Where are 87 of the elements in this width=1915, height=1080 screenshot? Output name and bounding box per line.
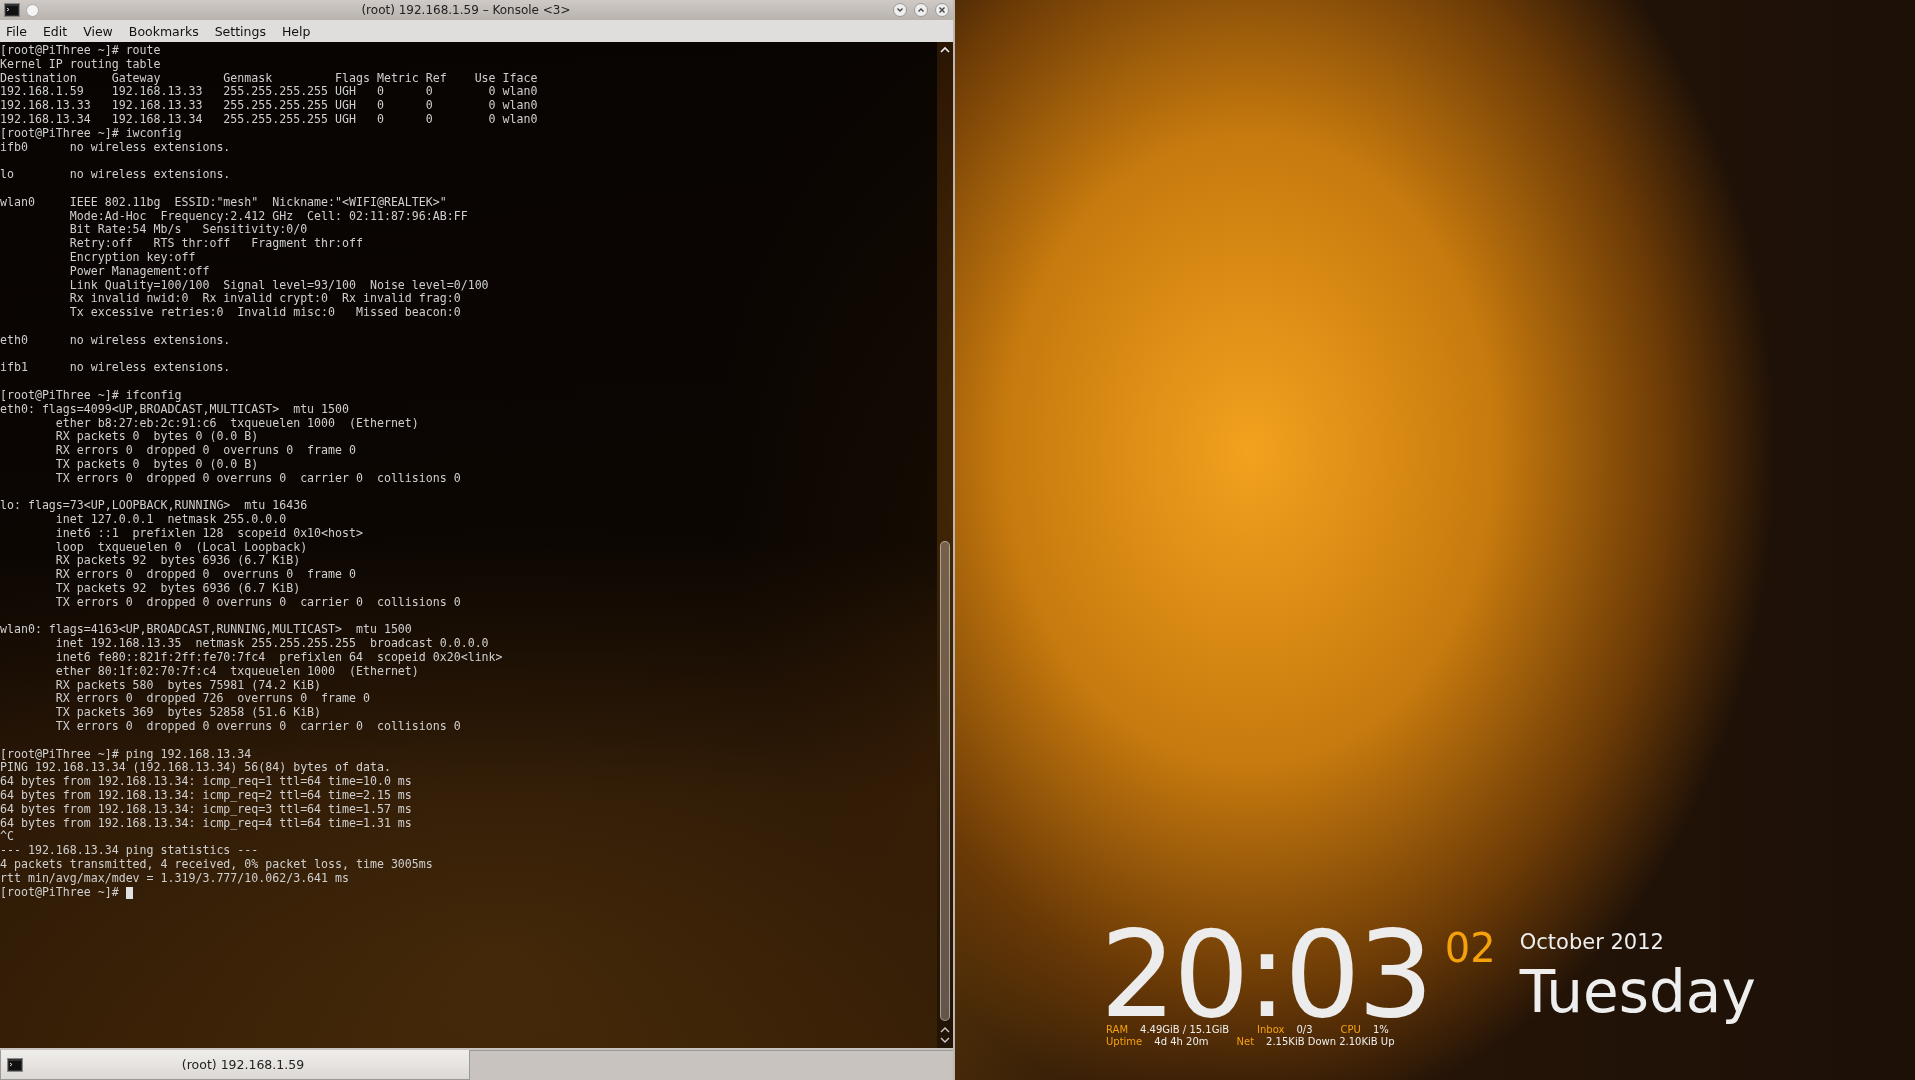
terminal-line: PING 192.168.13.34 (192.168.13.34) 56(84) bytes of data. <box>0 761 391 776</box>
stat-value: 0/3 <box>1296 1024 1313 1036</box>
terminal-line: 64 bytes from 192.168.13.34: icmp_req=4 ttl=64 time=1.31 ms <box>0 816 412 830</box>
terminal-prompt: [root@PiThree ~]# <box>0 885 119 900</box>
terminal-line: RX packets 580 bytes 75981 (74.2 KiB) <box>54 678 322 693</box>
terminal-line: rtt min/avg/max/mdev = 1.319/3.777/10.062/3.641 ms <box>0 871 349 886</box>
terminal-line: [root@PiThree ~]# route <box>0 44 161 58</box>
terminal-tab[interactable]: (root) 192.168.1.59 <box>0 1050 470 1080</box>
terminal-line: TX packets 92 bytes 6936 (6.7 KiB) <box>54 582 301 596</box>
terminal-line: RX packets 92 bytes 6936 (6.7 KiB) <box>54 554 301 569</box>
terminal-line: ether 80:1f:02:70:7f:c4 txqueuelen 1000 (Ethernet) <box>54 664 419 679</box>
stat-value: 2.15KiB Down 2.10KiB Up <box>1266 1036 1395 1048</box>
clock-weekday: Tuesday <box>1519 958 1756 1026</box>
terminal-line: RX errors 0 dropped 0 overruns 0 frame 0 <box>54 568 356 583</box>
clock-seconds: 02 <box>1444 928 1496 968</box>
menu-item[interactable]: Help <box>281 23 311 39</box>
terminal-line: Destination Gateway Genmask Flags Metric Ref Use Iface <box>0 71 538 86</box>
stat-value: 4d 4h 20m <box>1154 1036 1209 1048</box>
minimize-button[interactable] <box>893 3 907 17</box>
menu-item[interactable]: File <box>6 23 27 39</box>
menu-item[interactable]: Bookmarks <box>128 23 199 39</box>
terminal-line: 192.168.13.33 192.168.13.33 255.255.255.255 UGH 0 0 0 wlan0 <box>0 99 538 113</box>
terminal-line: --- 192.168.13.34 ping statistics --- <box>0 844 259 858</box>
clock-date: October 2012 <box>1519 930 1665 954</box>
stat-label: Uptime <box>1106 1036 1143 1048</box>
clock-time: 20:03 <box>1100 926 1431 1024</box>
terminal-line: Rx invalid nwid:0 Rx invalid crypt:0 Rx invalid frag:0 <box>68 292 461 307</box>
stat-label: Net <box>1236 1036 1255 1048</box>
terminal-icon[interactable] <box>4 3 20 17</box>
terminal-line: 192.168.13.34 192.168.13.34 255.255.255.255 UGH 0 0 0 wlan0 <box>0 113 538 127</box>
maximize-button[interactable] <box>914 3 928 17</box>
terminal-line: RX errors 0 dropped 726 overruns 0 frame 0 <box>54 692 370 707</box>
terminal-line: ifb0 no wireless extensions. <box>0 140 231 155</box>
terminal-line: TX errors 0 dropped 0 overruns 0 carrier 0 collisions 0 <box>54 595 461 610</box>
terminal-line: ^C <box>0 830 14 845</box>
terminal-line: inet6 fe80::821f:2ff:fe70:7fc4 prefixlen 64 scopeid 0x20<link> <box>54 651 503 665</box>
terminal-line: ether b8:27:eb:2c:91:c6 txqueuelen 1000 (Ethernet) <box>55 416 419 431</box>
terminal-line: Encryption key:off <box>68 250 196 265</box>
stat-label: Inbox <box>1257 1024 1285 1036</box>
terminal-line: Retry:off RTS thr:off Fragment thr:off <box>68 237 363 251</box>
terminal-line: TX errors 0 dropped 0 overruns 0 carrier 0 collisions 0 <box>54 720 461 734</box>
terminal-line: inet 127.0.0.1 netmask 255.0.0.0 <box>54 513 287 527</box>
terminal-icon <box>7 1057 23 1072</box>
terminal-line: loop txqueuelen 0 (Local Loopback) <box>54 540 308 555</box>
stat-label: RAM <box>1106 1024 1128 1036</box>
scroll-up-icon[interactable] <box>939 1025 951 1035</box>
window-title: (root) 192.168.1.59 – Konsole <3> <box>360 3 572 17</box>
stat-value: 1% <box>1372 1024 1389 1036</box>
menu-item[interactable]: View <box>83 23 113 39</box>
terminal-line: 64 bytes from 192.168.13.34: icmp_req=3 ttl=64 time=1.57 ms <box>0 802 412 817</box>
terminal-line: eth0 no wireless extensions. <box>0 333 231 348</box>
close-button[interactable] <box>935 3 949 17</box>
scroll-down-icon[interactable] <box>939 1035 951 1045</box>
menu-item[interactable]: Edit <box>42 23 68 39</box>
terminal-line: 192.168.1.59 192.168.13.33 255.255.255.255 UGH 0 0 0 wlan0 <box>0 85 538 100</box>
scrollbar-thumb[interactable] <box>940 541 950 1021</box>
terminal-line: Mode:Ad-Hoc Frequency:2.412 GHz Cell: 02:11:87:96:AB:FF <box>68 209 468 224</box>
terminal-line: Bit Rate:54 Mb/s Sensitivity:0/0 <box>68 223 308 238</box>
stat-value: 4.49GiB / 15.1GiB <box>1140 1024 1230 1036</box>
terminal-line: Tx excessive retries:0 Invalid misc:0 Missed beacon:0 <box>68 306 461 320</box>
scroll-up-icon[interactable] <box>939 45 951 55</box>
stat-label: CPU <box>1340 1024 1361 1036</box>
terminal-line: Link Quality=100/100 Signal level=93/100 Noise level=0/100 <box>68 278 489 293</box>
terminal-line: RX packets 0 bytes 0 (0.0 B) <box>54 430 259 445</box>
text-cursor <box>125 886 133 899</box>
terminal-line: TX packets 0 bytes 0 (0.0 B) <box>54 457 259 472</box>
terminal-line: [root@PiThree ~]# iwconfig <box>0 126 182 141</box>
menu-item[interactable]: Settings <box>214 23 266 39</box>
terminal-line: Power Management:off <box>68 264 210 279</box>
terminal-line: lo: flags=73<UP,LOOPBACK,RUNNING> mtu 16436 <box>0 499 308 514</box>
terminal-line: 64 bytes from 192.168.13.34: icmp_req=1 ttl=64 time=10.0 ms <box>0 775 412 790</box>
terminal-line: eth0: flags=4099<UP,BROADCAST,MULTICAST> mtu 1500 <box>0 402 349 417</box>
terminal-line: wlan0: flags=4163<UP,BROADCAST,RUNNING,MULTICAST> mtu 1500 <box>0 623 412 638</box>
terminal-line: [root@PiThree ~]# ping 192.168.13.34 <box>0 747 252 762</box>
terminal-line: RX errors 0 dropped 0 overruns 0 frame 0 <box>54 444 356 458</box>
terminal-line: TX packets 369 bytes 52858 (51.6 KiB) <box>54 706 322 721</box>
terminal-line: 4 packets transmitted, 4 received, 0% packet loss, time 3005ms <box>0 858 433 872</box>
terminal-line: inet 192.168.13.35 netmask 255.255.255.255 broadcast 0.0.0.0 <box>54 637 489 652</box>
terminal-line: lo no wireless extensions. <box>0 168 231 182</box>
terminal-line: 64 bytes from 192.168.13.34: icmp_req=2 ttl=64 time=2.15 ms <box>0 789 412 803</box>
terminal-line: Kernel IP routing table <box>0 57 161 72</box>
terminal-line: [root@PiThree ~]# ifconfig <box>0 388 182 403</box>
terminal-line: wlan0 IEEE 802.11bg ESSID:"mesh" Nickname:"<WIFI@REALTEK>" <box>0 195 447 210</box>
terminal-line: TX errors 0 dropped 0 overruns 0 carrier 0 collisions 0 <box>54 471 461 486</box>
scrollbar[interactable] <box>937 42 953 1048</box>
terminal-line: inet6 ::1 prefixlen 128 scopeid 0x10<host> <box>54 526 363 541</box>
terminal-line: ifb1 no wireless extensions. <box>0 361 231 376</box>
